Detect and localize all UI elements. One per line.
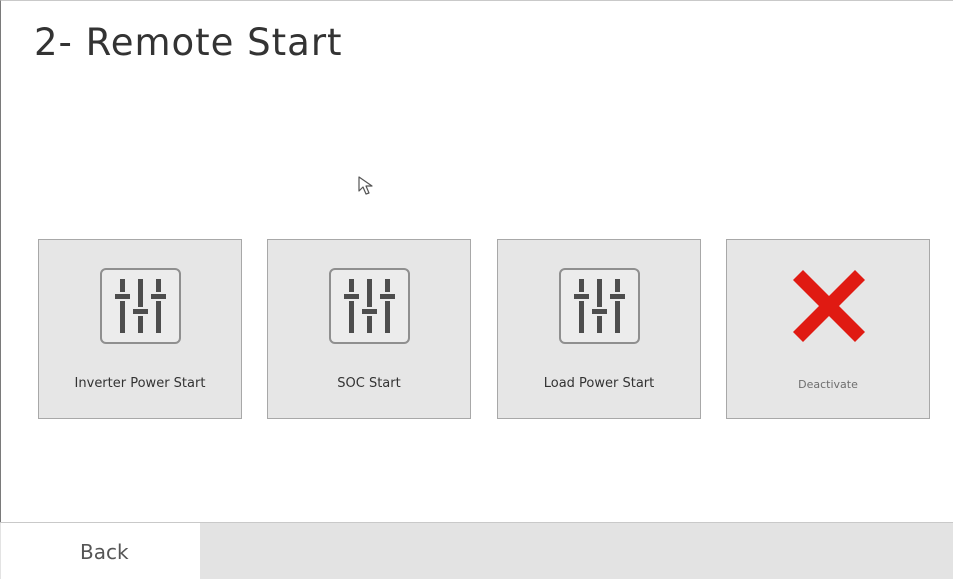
back-button[interactable]: Back: [1, 523, 200, 579]
tile-label: Deactivate: [798, 378, 858, 391]
sliders-icon: [100, 268, 181, 344]
red-x-icon: [793, 270, 865, 342]
sliders-icon: [559, 268, 640, 344]
back-label: Back: [80, 540, 129, 564]
app-window: 2- Remote Start Inverter Power Start SOC…: [0, 0, 953, 579]
tile-label: Load Power Start: [543, 376, 655, 391]
page-title: 2- Remote Start: [34, 21, 343, 64]
load-power-start-button[interactable]: Load Power Start: [497, 239, 701, 419]
mouse-pointer-icon: [358, 176, 373, 195]
tile-label: SOC Start: [337, 376, 401, 391]
soc-start-button[interactable]: SOC Start: [267, 239, 471, 419]
deactivate-button[interactable]: Deactivate: [726, 239, 930, 419]
inverter-power-start-button[interactable]: Inverter Power Start: [38, 239, 242, 419]
sliders-icon: [329, 268, 410, 344]
tile-label: Inverter Power Start: [74, 376, 206, 391]
